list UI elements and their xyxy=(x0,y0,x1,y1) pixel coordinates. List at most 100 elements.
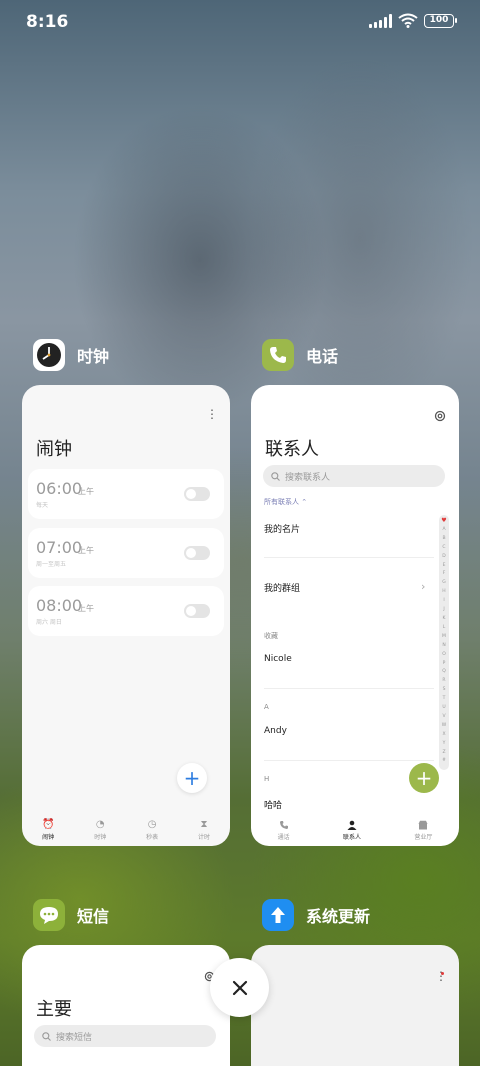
messages-app-card[interactable]: 主要 搜索短信 xyxy=(22,945,230,1066)
index-letter[interactable]: G xyxy=(442,579,446,588)
alarm-repeat: 每天 xyxy=(36,502,49,509)
contacts-title: 联系人 xyxy=(265,439,319,460)
index-letter[interactable]: F xyxy=(443,570,446,579)
tab-label: 营业厅 xyxy=(414,833,433,841)
favorites-label: 收藏 xyxy=(264,632,278,640)
person-icon xyxy=(347,820,357,830)
tab-timer[interactable]: ⧗ 计时 xyxy=(198,819,210,841)
index-letter[interactable]: N xyxy=(442,642,445,651)
index-letter[interactable]: H xyxy=(442,588,445,597)
alarm-item[interactable]: 06:00 上午 每天 xyxy=(28,469,224,519)
search-placeholder: 搜索联系人 xyxy=(285,472,331,483)
alarm-time: 06:00 xyxy=(36,479,83,498)
alarm-item[interactable]: 08:00 上午 周六 周日 xyxy=(28,586,224,636)
index-letter[interactable]: A xyxy=(442,526,445,535)
tab-alarm[interactable]: ⏰ 闹钟 xyxy=(42,819,54,841)
clear-all-button[interactable] xyxy=(210,958,269,1017)
status-time: 8:16 xyxy=(26,12,69,32)
stopwatch-icon: ◷ xyxy=(147,818,157,830)
alarm-title: 闹钟 xyxy=(36,439,72,460)
add-alarm-button[interactable]: + xyxy=(177,763,207,793)
phone-app-icon xyxy=(262,339,294,371)
messages-app-header[interactable]: 短信 xyxy=(33,899,109,931)
alarm-item[interactable]: 07:00 上午 周一至周五 xyxy=(28,528,224,578)
index-letter[interactable]: R xyxy=(442,677,445,686)
clock-app-card[interactable]: ⋮ 闹钟 06:00 上午 每天 07:00 上午 周一至周五 08:00 上午… xyxy=(22,385,230,846)
alarm-time: 07:00 xyxy=(36,538,83,557)
status-icons: 100 xyxy=(369,13,457,28)
contact-search-input[interactable]: 搜索联系人 xyxy=(263,465,445,487)
tab-label: 通话 xyxy=(277,833,290,841)
battery-icon: 100 xyxy=(424,13,457,28)
index-letter[interactable]: T xyxy=(443,695,446,704)
notification-dot xyxy=(441,972,444,975)
divider xyxy=(264,557,434,558)
divider xyxy=(264,760,434,761)
index-letter[interactable]: M xyxy=(442,633,446,642)
index-letter[interactable]: I xyxy=(443,597,444,606)
index-letter[interactable]: Z xyxy=(442,749,445,758)
tab-stopwatch[interactable]: ◷ 秒表 xyxy=(146,818,158,841)
index-letter[interactable]: J xyxy=(443,606,444,615)
tab-store[interactable]: 营业厅 xyxy=(414,820,432,841)
close-icon xyxy=(232,980,247,995)
messages-app-icon xyxy=(33,899,65,931)
store-icon xyxy=(418,820,428,829)
alphabet-index-bar[interactable]: ♥ A B C D E F G H I J K L M N O P Q R S … xyxy=(439,515,449,770)
index-letter[interactable]: B xyxy=(442,535,445,544)
updater-app-card[interactable]: ⋮ xyxy=(251,945,459,1066)
index-letter[interactable]: D xyxy=(442,553,445,562)
tab-label: 联系人 xyxy=(342,833,361,841)
messages-app-name: 短信 xyxy=(77,907,110,926)
more-icon[interactable]: ⋮ xyxy=(206,407,218,421)
phone-bottom-nav: 通话 联系人 营业厅 xyxy=(251,814,459,846)
index-letter[interactable]: V xyxy=(442,713,445,722)
index-letter[interactable]: C xyxy=(442,544,445,553)
my-card-item[interactable]: 我的名片 xyxy=(264,522,300,535)
contact-item[interactable]: Andy xyxy=(264,726,287,736)
index-letter[interactable]: ♥ xyxy=(441,517,446,526)
settings-icon[interactable] xyxy=(434,410,446,422)
contact-item[interactable]: Nicole xyxy=(264,654,292,664)
index-letter[interactable]: O xyxy=(442,651,446,660)
phone-app-header[interactable]: 电话 xyxy=(262,339,338,371)
index-letter[interactable]: S xyxy=(443,686,446,695)
message-search-input[interactable]: 搜索短信 xyxy=(34,1025,216,1047)
clock-app-icon xyxy=(33,339,65,371)
alarm-toggle[interactable] xyxy=(184,546,210,560)
tab-calls[interactable]: 通话 xyxy=(278,820,290,841)
tab-contacts[interactable]: 联系人 xyxy=(343,820,361,841)
updater-app-header[interactable]: 系统更新 xyxy=(262,899,370,931)
phone-app-name: 电话 xyxy=(306,347,339,366)
index-letter[interactable]: K xyxy=(443,615,446,624)
chevron-right-icon: › xyxy=(421,580,426,593)
alarm-toggle[interactable] xyxy=(184,487,210,501)
wifi-icon xyxy=(398,13,418,28)
status-bar: 8:16 100 xyxy=(0,0,480,44)
search-icon xyxy=(42,1031,51,1041)
add-contact-button[interactable]: + xyxy=(409,763,439,793)
index-letter[interactable]: X xyxy=(442,731,445,740)
section-header: A xyxy=(264,703,269,711)
index-letter[interactable]: E xyxy=(443,562,446,571)
my-groups-item[interactable]: 我的群组 xyxy=(264,581,300,594)
index-letter[interactable]: P xyxy=(443,660,446,669)
tab-clock[interactable]: ◔ 时钟 xyxy=(94,818,106,841)
index-letter[interactable]: L xyxy=(443,624,446,633)
index-letter[interactable]: W xyxy=(442,722,446,731)
contact-filter[interactable]: 所有联系人 ⌃ xyxy=(264,497,307,507)
updater-app-icon xyxy=(262,899,294,931)
contact-item[interactable]: 哈哈 xyxy=(264,798,282,811)
alarm-toggle[interactable] xyxy=(184,604,210,618)
search-placeholder: 搜索短信 xyxy=(56,1032,93,1043)
index-letter[interactable]: # xyxy=(442,757,446,766)
search-icon xyxy=(271,471,280,481)
index-letter[interactable]: Q xyxy=(442,668,446,677)
clock-icon: ◔ xyxy=(95,818,105,830)
alarm-time: 08:00 xyxy=(36,596,83,615)
index-letter[interactable]: U xyxy=(442,704,445,713)
alarm-repeat: 周一至周五 xyxy=(36,561,67,568)
clock-app-header[interactable]: 时钟 xyxy=(33,339,109,371)
index-letter[interactable]: Y xyxy=(443,740,446,749)
phone-app-card[interactable]: 联系人 搜索联系人 所有联系人 ⌃ 我的名片 我的群组 › 收藏 Nicole … xyxy=(251,385,459,846)
